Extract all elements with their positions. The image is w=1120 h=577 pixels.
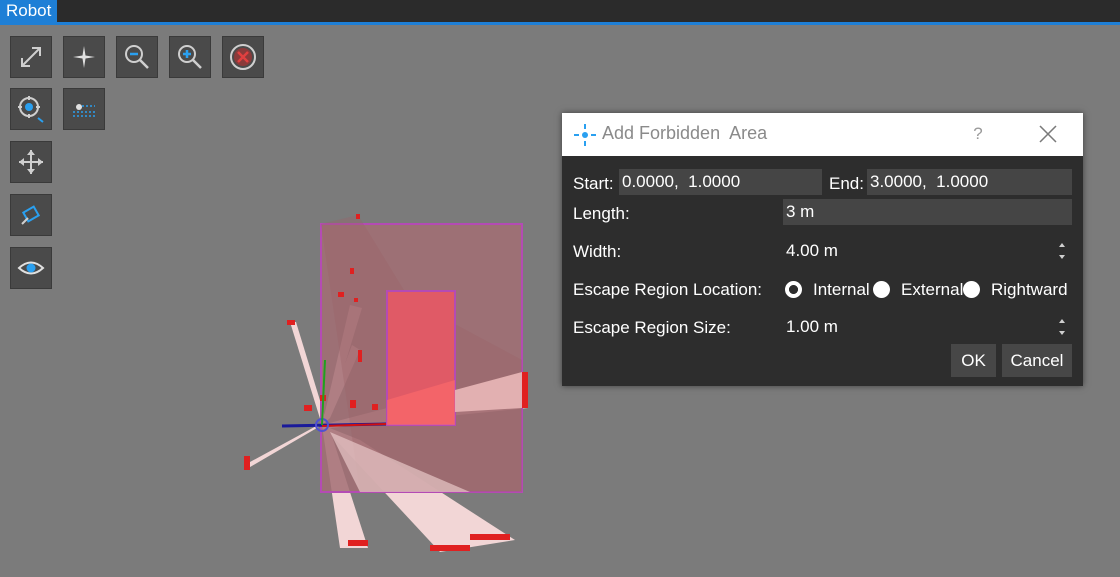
clear-button[interactable] bbox=[222, 36, 264, 78]
radio-external[interactable] bbox=[873, 281, 890, 298]
end-label: End: bbox=[829, 174, 864, 193]
start-label: Start: bbox=[573, 174, 614, 193]
move-button[interactable] bbox=[10, 141, 52, 183]
locate-button[interactable] bbox=[10, 88, 52, 130]
escape-location-label: Escape Region Location: bbox=[573, 280, 763, 299]
radio-external-label[interactable]: External bbox=[901, 279, 963, 301]
dialog-title: Add Forbidden Area bbox=[602, 123, 768, 143]
tab-robot[interactable]: Robot bbox=[0, 0, 58, 22]
crosshair-move-icon bbox=[574, 124, 596, 146]
lidar-icon bbox=[73, 104, 95, 117]
camera-button[interactable] bbox=[10, 194, 52, 236]
center-star-icon bbox=[73, 46, 95, 68]
dialog-title-bar[interactable]: Add Forbidden Area ? bbox=[562, 113, 1083, 156]
close-icon[interactable] bbox=[1036, 122, 1060, 146]
radio-internal-label[interactable]: Internal bbox=[813, 279, 870, 301]
ok-button[interactable]: OK bbox=[951, 344, 996, 377]
zoom-in-button[interactable] bbox=[169, 36, 211, 78]
camera-icon bbox=[21, 205, 41, 225]
escape-size-spinbox[interactable]: 1.00 m bbox=[783, 314, 1053, 340]
width-label: Width: bbox=[573, 242, 622, 261]
zoom-out-button[interactable] bbox=[116, 36, 158, 78]
stepper-arrows-icon bbox=[1059, 319, 1065, 335]
visibility-button[interactable] bbox=[10, 247, 52, 289]
expand-button[interactable] bbox=[10, 36, 52, 78]
end-field[interactable]: 3.0000, 1.0000 bbox=[867, 169, 1072, 195]
width-spinbox[interactable]: 4.00 m bbox=[783, 238, 1053, 264]
eye-icon bbox=[17, 261, 45, 275]
radio-internal[interactable] bbox=[785, 281, 802, 298]
help-button[interactable]: ? bbox=[967, 122, 989, 146]
robot-app: Robot Add Forbidden Area ? Start: 0.0000… bbox=[0, 0, 1120, 577]
start-field[interactable]: 0.0000, 1.0000 bbox=[619, 169, 822, 195]
locate-icon bbox=[18, 96, 44, 123]
expand-icon bbox=[21, 47, 41, 67]
length-field[interactable]: 3 m bbox=[783, 199, 1072, 225]
length-label: Length: bbox=[573, 204, 630, 223]
clear-icon bbox=[230, 44, 256, 70]
zoom-out-icon bbox=[125, 45, 149, 69]
center-button[interactable] bbox=[63, 36, 105, 78]
escape-size-label: Escape Region Size: bbox=[573, 318, 731, 337]
stepper-arrows-icon bbox=[1059, 243, 1065, 259]
escape-size-stepper[interactable] bbox=[1055, 315, 1069, 339]
cancel-button[interactable]: Cancel bbox=[1002, 344, 1072, 377]
top-bar: Robot bbox=[0, 0, 1120, 25]
width-stepper[interactable] bbox=[1055, 239, 1069, 263]
zoom-in-icon bbox=[178, 45, 202, 69]
radio-rightward[interactable] bbox=[963, 281, 980, 298]
move-icon bbox=[19, 150, 43, 174]
radio-rightward-label[interactable]: Rightward bbox=[991, 279, 1068, 301]
lidar-button[interactable] bbox=[63, 88, 105, 130]
add-forbidden-area-dialog: Add Forbidden Area ? Start: 0.0000, 1.00… bbox=[562, 113, 1083, 386]
